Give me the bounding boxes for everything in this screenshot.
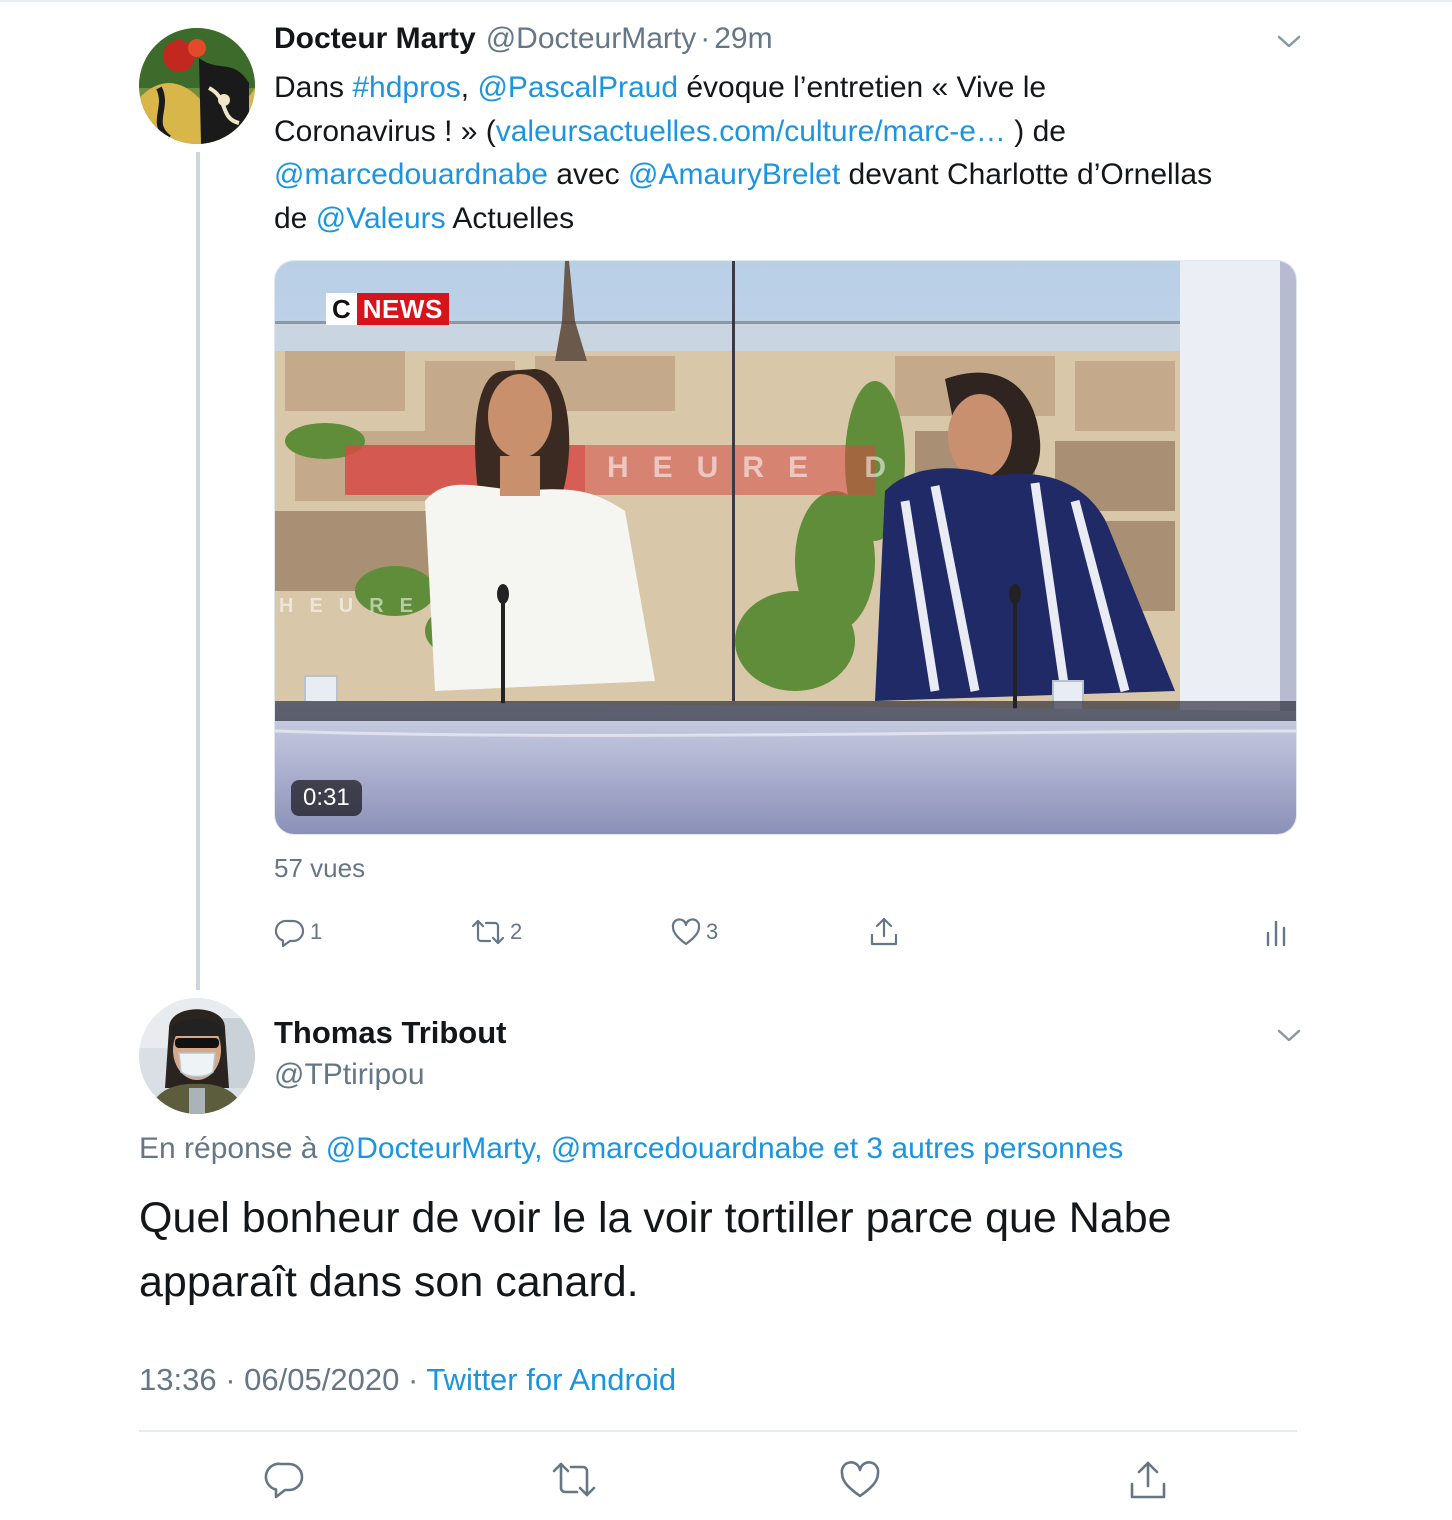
actions-divider [139,1430,1297,1432]
view-count: 57 vues [274,853,366,883]
analytics-icon [1266,920,1286,947]
chevron-down-icon[interactable] [1276,1028,1302,1044]
tweet2-date[interactable]: 06/05/2020 [244,1362,399,1397]
backdrop-text: HEURE [279,595,430,617]
url-link[interactable]: valeursactuelles.com/culture/marc-e… [496,115,1006,148]
like-button[interactable]: 3 [670,912,718,952]
tweet2-text: Quel bonheur de voir le la voir tortille… [139,1186,1299,1314]
tweet1-timestamp[interactable]: 29m [714,22,772,56]
text-segment: évoque l’entretien « Vive le [678,71,1047,104]
reply-icon [264,1462,304,1499]
text-segment: ) de [1005,114,1066,148]
text-segment: Coronavirus ! » ( [274,114,496,148]
retweet-button[interactable]: 2 [470,912,522,952]
reply-targets-link[interactable]: @DocteurMarty, @marcedouardnabe et 3 aut… [326,1132,1123,1165]
tweet1-header: Docteur Marty @DocteurMarty · 29m [274,22,773,62]
like-icon [840,1461,880,1498]
video-player[interactable]: C NEWS HEURE D HEURE 0:31 [274,260,1297,835]
reply-button[interactable] [263,1458,307,1502]
text-segment: devant Charlotte d’Ornellas [840,158,1213,191]
top-divider [0,0,1452,2]
chevron-down-icon[interactable] [1276,34,1302,50]
share-icon [870,917,898,946]
video-frame [275,261,1296,834]
cnews-logo: C NEWS [326,293,449,325]
thomas-tribout-avatar[interactable] [139,998,255,1114]
share-button[interactable] [868,912,900,952]
reply-button[interactable]: 1 [274,912,322,952]
text-segment: Dans [274,71,353,104]
tweet1-action-bar: 1 2 3 [274,912,1304,952]
tweet2-text-line: apparaît dans son canard. [139,1258,639,1306]
tweet1-text: Dans #hdpros, @PascalPraud évoque l’entr… [274,66,1304,240]
retweet-icon [471,919,505,945]
tweet1-separator: · [700,22,711,55]
reply-icon [274,919,305,948]
tweet2-author-name[interactable]: Thomas Tribout [274,1015,507,1051]
like-button[interactable] [838,1458,882,1502]
cnews-logo-news: NEWS [356,293,449,325]
like-count: 3 [706,919,719,944]
share-icon [1130,1461,1166,1499]
tweet2-author-handle[interactable]: @TPtiripou [274,1058,425,1092]
retweet-count: 2 [510,919,523,944]
hashtag-link[interactable]: #hdpros [352,71,460,104]
tweet2-time[interactable]: 13:36 [139,1362,217,1397]
reply-count: 1 [310,919,323,944]
mention-link[interactable]: @PascalPraud [477,71,678,104]
retweet-button[interactable] [550,1458,596,1502]
tweet2-text-line: Quel bonheur de voir le la voir tortille… [139,1194,1172,1242]
docteur-marty-avatar[interactable] [139,28,255,144]
mention-link[interactable]: @Valeurs [316,202,446,235]
tweet1-author-handle[interactable]: @DocteurMarty [486,22,697,56]
mention-link[interactable]: @marcedouardnabe [274,158,548,191]
thread-connector-line [196,152,200,990]
tweet1-author-name[interactable]: Docteur Marty [274,22,476,56]
retweet-icon [552,1462,596,1497]
text-segment: de [274,201,316,235]
text-segment: avec [547,158,629,191]
share-button[interactable] [1126,1458,1170,1502]
backdrop-text: HEURE D [607,451,911,484]
tweet2-source-link[interactable]: Twitter for Android [426,1362,676,1397]
cnews-logo-c: C [326,293,357,325]
tweet2-metadata: 13:36 · 06/05/2020 · Twitter for Android [139,1362,676,1398]
mention-link[interactable]: @AmauryBrelet [628,158,840,191]
like-icon [671,918,701,946]
reply-context: En réponse à @DocteurMarty, @marcedouard… [139,1132,1123,1166]
text-segment: Actuelles [445,201,575,235]
tweet2-action-bar [0,1458,1452,1502]
meta-separator: · [407,1362,419,1397]
video-duration-badge: 0:31 [291,780,362,816]
analytics-button[interactable] [1264,912,1288,952]
meta-separator: · [225,1362,236,1397]
text-segment: , [460,71,478,104]
reply-prefix: En réponse à [139,1132,326,1165]
